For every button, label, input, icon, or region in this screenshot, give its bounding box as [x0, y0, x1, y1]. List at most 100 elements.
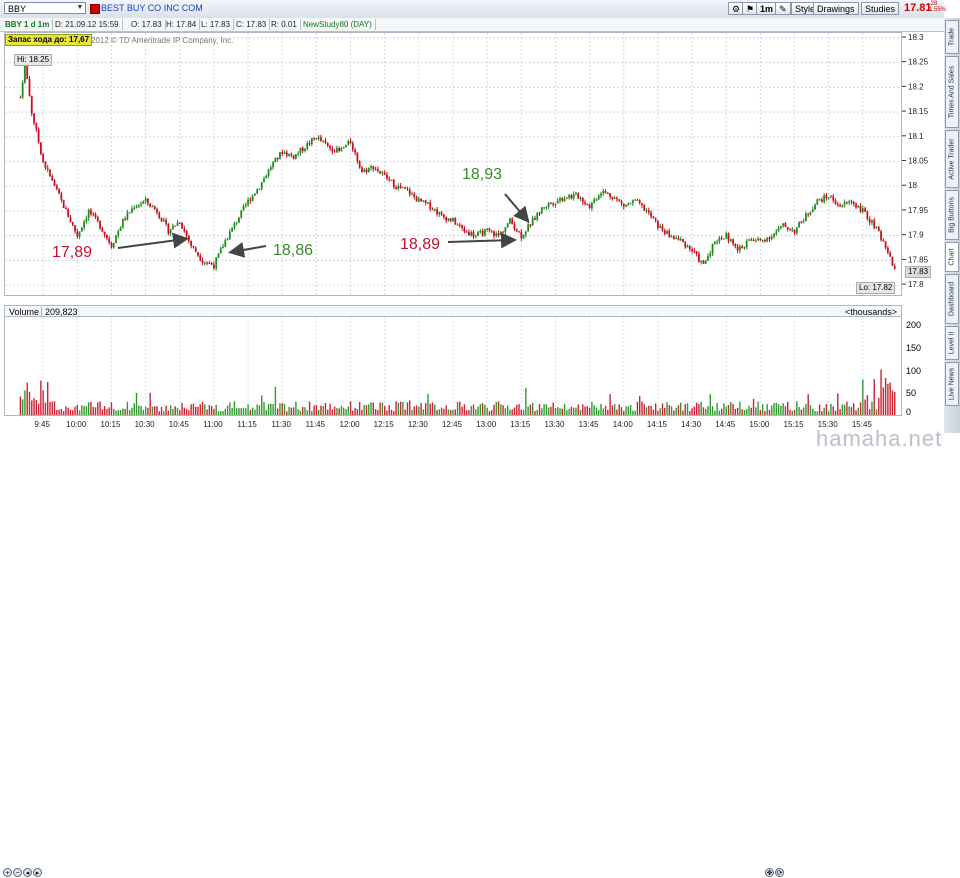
candle-body	[852, 201, 855, 204]
volume-bar	[739, 401, 741, 415]
zoom-in-icon[interactable]: +	[3, 868, 12, 877]
candle-body	[590, 202, 593, 209]
volume-bar	[324, 402, 327, 415]
studies-button[interactable]: Studies	[861, 2, 900, 15]
time-tick-label: 11:15	[237, 420, 257, 429]
price-chart[interactable]: Запас хода до: 17,67 2012 © TD Ameritrad…	[4, 32, 902, 296]
candle-body	[855, 203, 857, 208]
candle-body	[436, 209, 438, 215]
volume-bar	[363, 404, 365, 415]
volume-bar	[199, 404, 201, 415]
volume-bar	[625, 406, 627, 415]
volume-bar	[144, 406, 147, 415]
candle-body	[21, 82, 24, 98]
volume-bar	[839, 409, 841, 415]
volume-bar	[44, 402, 47, 415]
candle-body	[187, 235, 190, 242]
candle-body	[846, 202, 848, 204]
scroll-left-icon[interactable]: ◂	[23, 868, 32, 877]
volume-bar	[128, 409, 131, 415]
sidebar-tab-big-buttons[interactable]: Big Buttons	[945, 190, 959, 240]
candle-body	[709, 253, 712, 257]
sidebar-tab-live-news[interactable]: Live News	[945, 362, 959, 406]
volume-bar	[675, 407, 677, 415]
volume-bar	[113, 408, 115, 415]
candle-body	[866, 211, 869, 220]
volume-bar	[308, 401, 311, 415]
volume-bar	[434, 404, 436, 415]
volume-bar	[420, 403, 422, 415]
candle-body	[83, 221, 86, 228]
sidebar-tab-times-and-sales[interactable]: Times And Sales	[945, 56, 959, 128]
volume-bar	[53, 401, 56, 415]
candle-body	[629, 203, 632, 205]
candle-body	[670, 236, 673, 238]
volume-bar	[620, 407, 623, 415]
volume-bar	[684, 404, 686, 415]
volume-bar	[183, 407, 186, 415]
volume-bar	[393, 411, 395, 415]
volume-bar	[634, 410, 636, 415]
scroll-right-icon[interactable]: ▸	[33, 868, 42, 877]
interval-button[interactable]: 1m	[756, 2, 778, 15]
volume-bar	[295, 401, 297, 415]
candle-body	[162, 220, 165, 222]
candle-body	[515, 229, 518, 232]
volume-bar	[771, 405, 773, 415]
candle-body	[481, 230, 484, 236]
volume-bar	[894, 391, 896, 415]
candle-body	[877, 227, 880, 232]
candle-body	[80, 227, 83, 232]
volume-bar	[78, 410, 81, 415]
volume-bar	[354, 407, 356, 415]
sidebar-tab-level-ii[interactable]: Level II	[945, 326, 959, 360]
candle-body	[251, 195, 254, 201]
time-tick-label: 10:30	[135, 420, 156, 429]
volume-bar	[814, 411, 816, 415]
candle-body	[711, 243, 714, 254]
candle-body	[641, 203, 643, 206]
volume-bar	[247, 404, 249, 415]
volume-bar	[641, 401, 643, 415]
volume-bar	[843, 404, 846, 415]
drawings-button[interactable]: Drawings	[813, 2, 859, 15]
volume-bar	[734, 408, 737, 415]
volume-bar	[124, 408, 126, 415]
sidebar-tab-trade[interactable]: Trade	[945, 20, 959, 54]
time-tick-label: 10:15	[100, 420, 121, 429]
sidebar-tab-dashboard[interactable]: Dashboard	[945, 274, 959, 324]
chevron-down-icon[interactable]: ▼	[75, 3, 85, 13]
volume-bar	[345, 409, 347, 415]
symbol-input[interactable]: BBY ▼	[4, 2, 86, 14]
reset-icon[interactable]: ⟳	[775, 868, 784, 877]
volume-bar	[217, 411, 220, 415]
candle-body	[106, 234, 108, 239]
candle-body	[698, 253, 700, 262]
candle-body	[477, 232, 479, 236]
pan-icon[interactable]: ✥	[765, 868, 774, 877]
sidebar-tab-active-trader[interactable]: Active Trader	[945, 130, 959, 188]
candle-body	[235, 222, 238, 224]
candle-body	[201, 260, 204, 263]
candle-body	[374, 169, 377, 171]
volume-bar	[267, 404, 270, 415]
volume-bar	[238, 408, 240, 415]
candle-body	[404, 187, 407, 189]
candle-body	[741, 246, 744, 249]
volume-bar	[488, 411, 491, 415]
candle-body	[299, 147, 302, 154]
candle-body	[181, 222, 183, 229]
sidebar-tab-chart[interactable]: Chart	[945, 242, 959, 272]
candle-body	[124, 218, 127, 220]
candle-body	[773, 233, 775, 237]
volume-bar	[591, 401, 593, 415]
zoom-out-icon[interactable]: −	[13, 868, 22, 877]
candle-body	[702, 260, 705, 264]
brush-icon[interactable]: ✎	[775, 2, 791, 15]
volume-bar	[422, 409, 425, 415]
annotation-17-89: 17,89	[52, 244, 93, 261]
volume-bar	[632, 410, 634, 415]
volume-bar	[181, 403, 183, 415]
volume-chart[interactable]	[4, 317, 902, 416]
volume-bar	[661, 403, 664, 415]
